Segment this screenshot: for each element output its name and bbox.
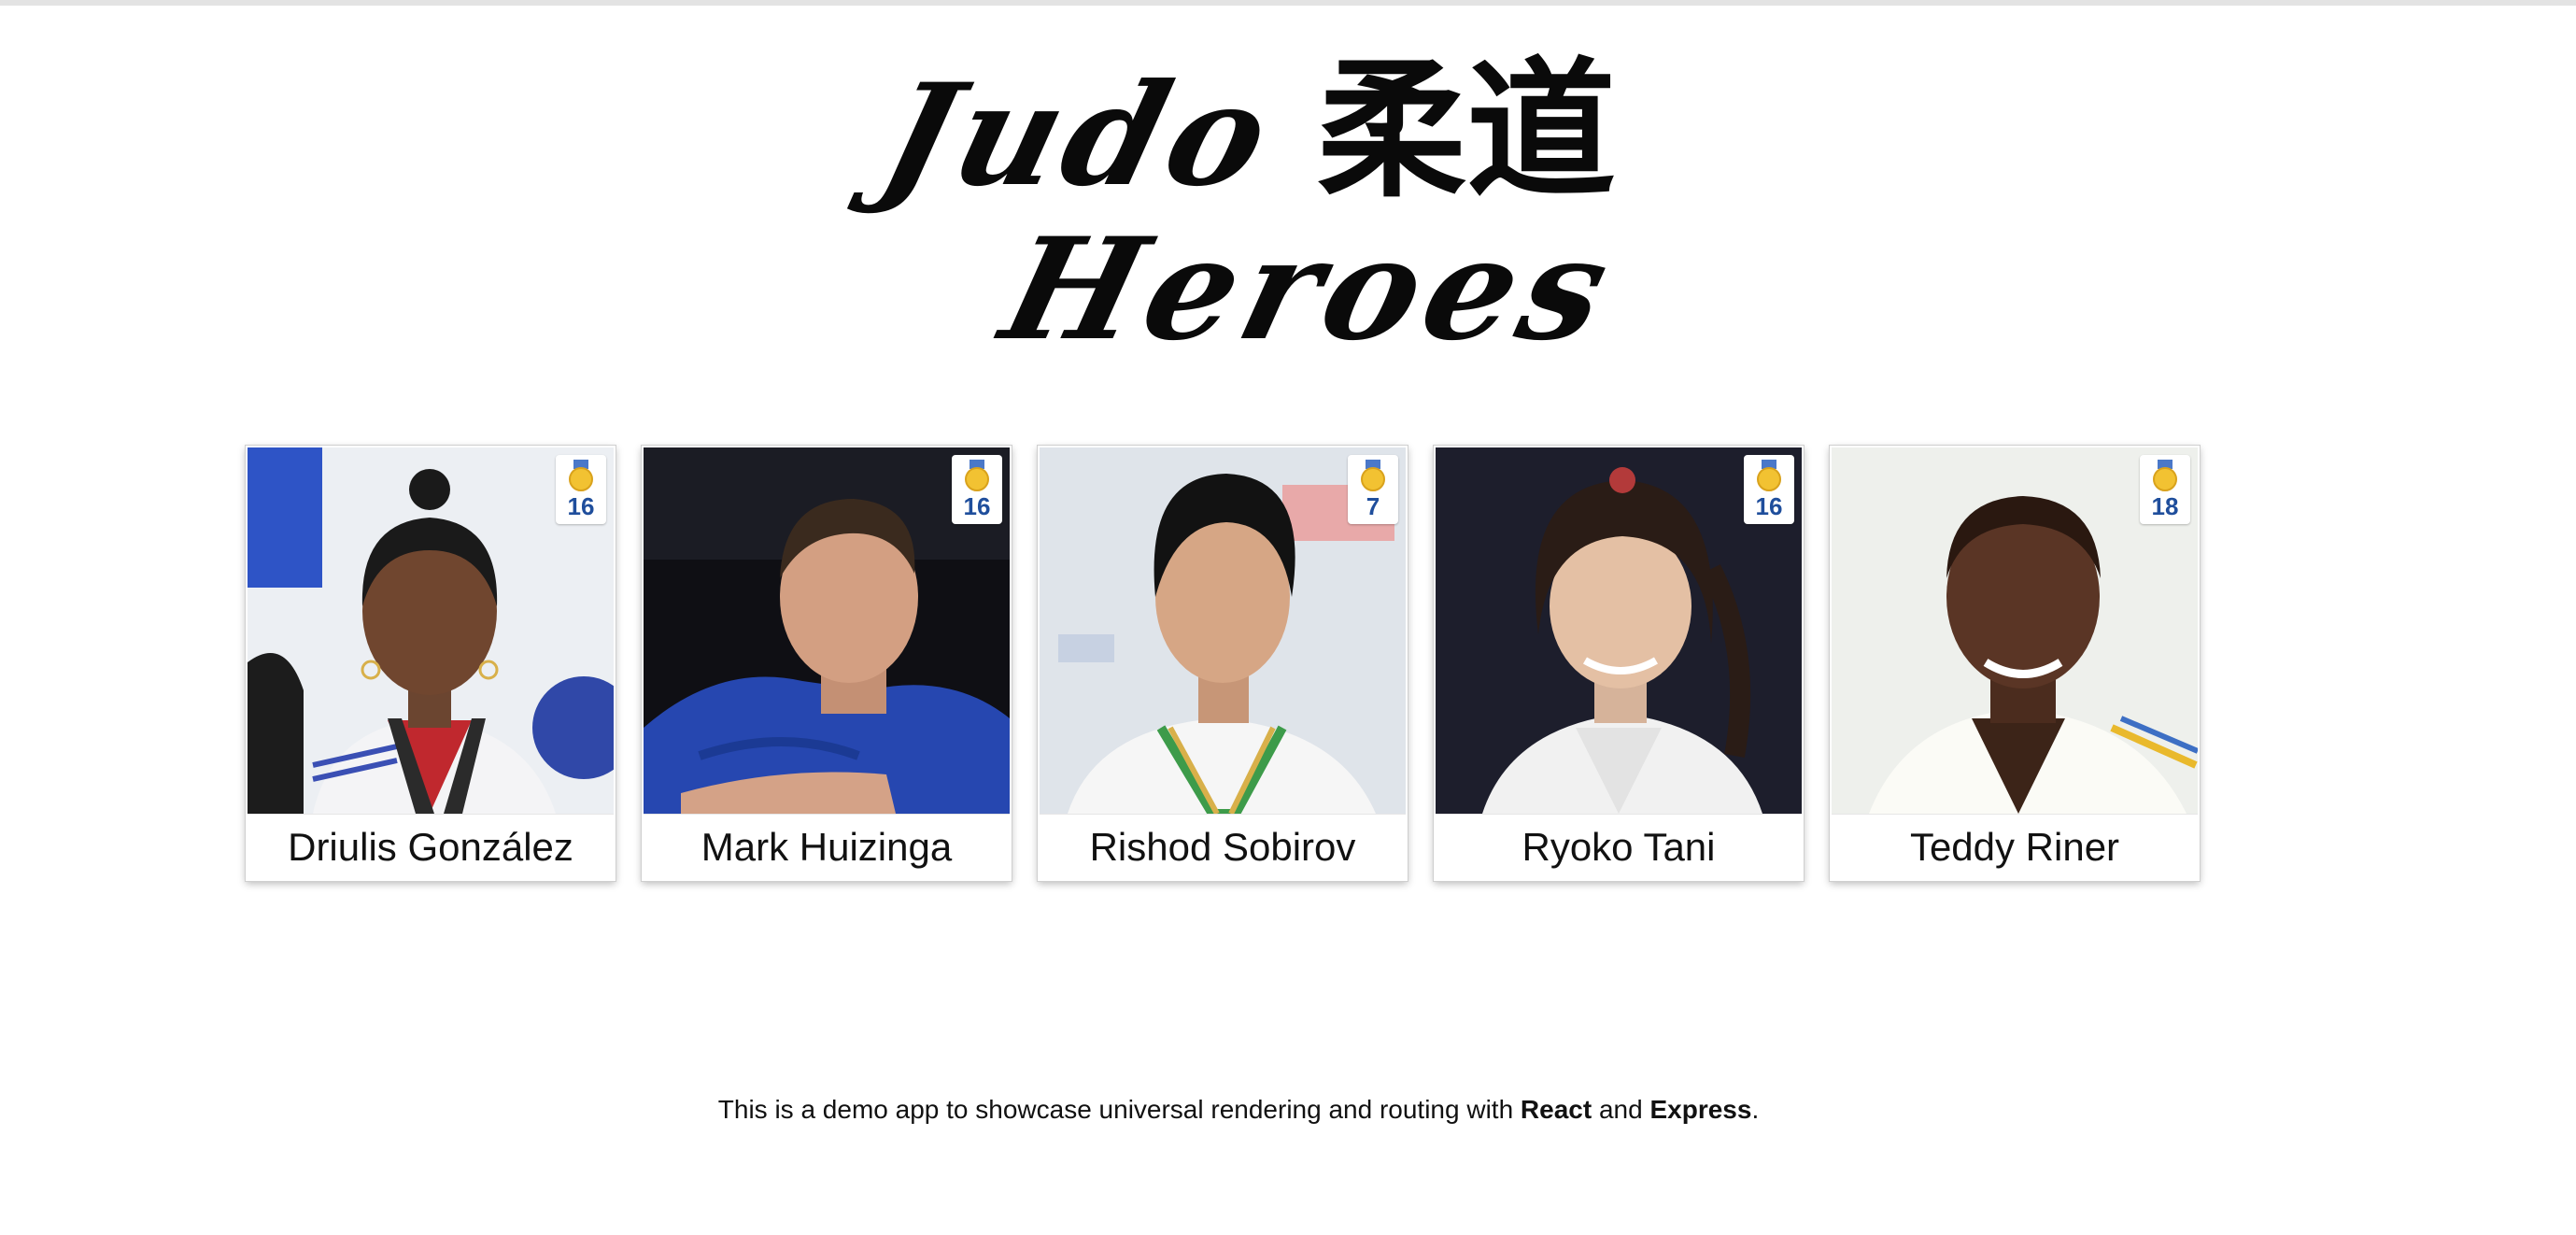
logo-kanji-judo: 柔道	[1317, 43, 1617, 218]
athlete-card-ryoko-tani[interactable]: 16 Ryoko Tani	[1434, 446, 1804, 881]
logo-word-judo: Judo	[867, 53, 1290, 218]
footer-text: This is a demo app to showcase universal…	[0, 1095, 2477, 1125]
athlete-card-rishod-sobirov[interactable]: 7 Rishod Sobirov	[1038, 446, 1408, 881]
medal-count: 18	[2151, 492, 2179, 520]
athlete-name: Mark Huizinga	[644, 814, 1010, 880]
footer-react: React	[1520, 1095, 1592, 1124]
athlete-card-mark-huizinga[interactable]: 16 Mark Huizinga	[642, 446, 1012, 881]
footer-and: and	[1592, 1095, 1650, 1124]
athlete-name: Rishod Sobirov	[1040, 814, 1406, 880]
athletes-list: 16 Driulis González 16 Mark Huizinga 7 R…	[246, 446, 2200, 881]
athlete-card-driulis-gonzalez[interactable]: 16 Driulis González	[246, 446, 616, 881]
medal-count: 16	[1755, 492, 1783, 520]
browser-top-border	[0, 0, 2576, 6]
medal-count-badge: 18	[2140, 455, 2190, 524]
footer-prefix: This is a demo app to showcase universal…	[717, 1095, 1521, 1124]
athlete-name: Driulis González	[248, 814, 614, 880]
gold-medal-icon	[2153, 460, 2177, 491]
judo-heroes-logo[interactable]: Judo 柔道 Heroes	[867, 43, 1631, 372]
medal-count-badge: 16	[556, 455, 606, 524]
medal-count: 7	[1366, 492, 1380, 520]
medal-count: 16	[963, 492, 991, 520]
gold-medal-icon	[1757, 460, 1781, 491]
medal-count-badge: 16	[1744, 455, 1794, 524]
athlete-name: Ryoko Tani	[1436, 814, 1802, 880]
athlete-card-teddy-riner[interactable]: 18 Teddy Riner	[1830, 446, 2200, 881]
footer-suffix: .	[1751, 1095, 1760, 1124]
footer-express: Express	[1649, 1095, 1752, 1124]
athlete-name: Teddy Riner	[1832, 814, 2198, 880]
gold-medal-icon	[1361, 460, 1385, 491]
medal-count-badge: 7	[1348, 455, 1398, 524]
medal-count-badge: 16	[952, 455, 1002, 524]
logo-word-heroes: Heroes	[988, 207, 1632, 372]
gold-medal-icon	[965, 460, 989, 491]
gold-medal-icon	[569, 460, 593, 491]
medal-count: 16	[567, 492, 595, 520]
